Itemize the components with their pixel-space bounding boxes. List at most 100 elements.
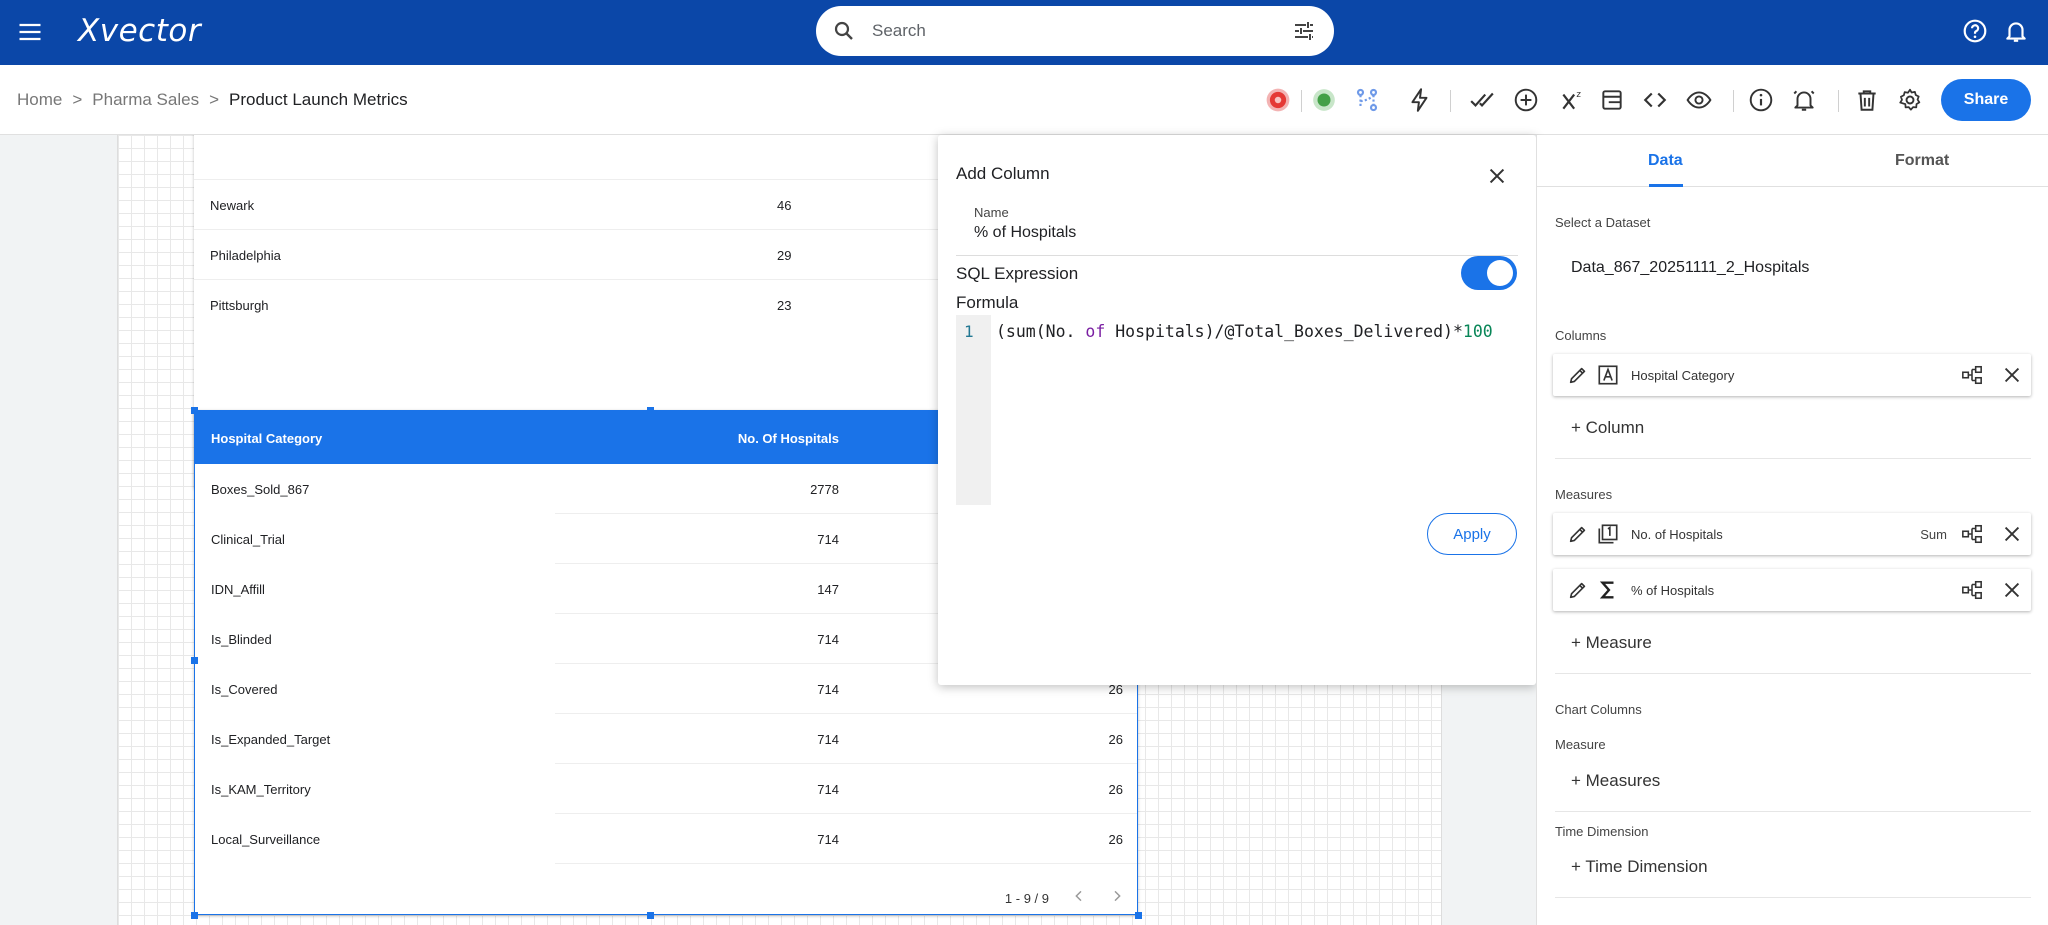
aggregation-label[interactable]: Sum: [1920, 527, 1947, 542]
toolbar-divider: [1301, 90, 1302, 112]
measure-field-no-of-hospitals[interactable]: No. of Hospitals Sum: [1553, 513, 2031, 555]
column-field-name: Hospital Category: [1631, 368, 1735, 383]
table-cell: 26: [1108, 782, 1123, 797]
chevron-left-icon[interactable]: [1071, 888, 1087, 904]
dataset-select[interactable]: Data_867_20251111_2_Hospitals: [1571, 259, 1809, 277]
add-measures-link[interactable]: + Measures: [1571, 771, 1660, 791]
tune-icon[interactable]: [1292, 19, 1316, 43]
section-divider: [1555, 897, 2031, 898]
breadcrumb: Home > Pharma Sales > Product Launch Met…: [17, 90, 408, 110]
pagination-status: 1 - 9 / 9: [1004, 891, 1049, 906]
hierarchy-icon[interactable]: [1961, 579, 1983, 601]
breadcrumb-separator: >: [72, 90, 83, 109]
table-cell: Philadelphia: [210, 248, 281, 263]
lightning-icon[interactable]: [1407, 87, 1433, 113]
layout-icon[interactable]: [1599, 87, 1625, 113]
resize-handle[interactable]: [1135, 912, 1142, 919]
preview-eye-icon[interactable]: [1686, 87, 1712, 113]
apply-button[interactable]: Apply: [1427, 513, 1517, 555]
resize-handle[interactable]: [191, 912, 198, 919]
column-header-hospital-category[interactable]: Hospital Category: [211, 431, 322, 446]
table-cell: Is_KAM_Territory: [211, 782, 311, 797]
table-cell: 46: [777, 198, 792, 213]
column-header-no-of-hospitals[interactable]: No. Of Hospitals: [738, 431, 839, 446]
close-icon[interactable]: [1486, 165, 1508, 187]
record-stop-icon[interactable]: [1265, 87, 1291, 113]
properties-panel: Data Format Select a Dataset Data_867_20…: [1536, 135, 2048, 925]
code-token: (sum(No.: [996, 322, 1086, 341]
add-measure-link[interactable]: + Measure: [1571, 633, 1652, 653]
column-name-field[interactable]: % of Hospitals: [974, 224, 1076, 242]
tab-data[interactable]: Data: [1648, 152, 1683, 170]
table-cell: Boxes_Sold_867: [211, 482, 310, 497]
section-divider: [1555, 673, 2031, 674]
edit-pencil-icon[interactable]: [1567, 579, 1589, 601]
breadcrumb-separator: >: [209, 90, 220, 109]
notifications-icon[interactable]: [2003, 18, 2029, 44]
code-icon[interactable]: [1642, 87, 1668, 113]
table-cell: 29: [777, 248, 792, 263]
table-cell: 714: [817, 732, 839, 747]
table-cell: 2778: [810, 482, 839, 497]
search-input[interactable]: [872, 16, 1262, 46]
resize-handle[interactable]: [647, 407, 654, 414]
settings-gear-icon[interactable]: [1897, 87, 1923, 113]
dataset-label: Select a Dataset: [1555, 215, 1651, 230]
resize-handle[interactable]: [191, 657, 198, 664]
breadcrumb-home[interactable]: Home: [17, 90, 62, 110]
remove-x-icon[interactable]: [2001, 579, 2023, 601]
superscript-x-icon[interactable]: z: [1559, 87, 1585, 113]
delete-trash-icon[interactable]: [1854, 87, 1880, 113]
table-cell: Newark: [210, 198, 255, 213]
formula-editor[interactable]: 1 (sum(No. of Hospitals)/@Total_Boxes_De…: [956, 315, 1518, 505]
table-cell: 714: [817, 832, 839, 847]
alarm-bell-icon[interactable]: [1791, 87, 1817, 113]
toolbar-divider: [1838, 90, 1839, 112]
breadcrumb-current: Product Launch Metrics: [229, 90, 408, 109]
remove-x-icon[interactable]: [2001, 364, 2023, 386]
table-row[interactable]: Local_Surveillance 714 26: [195, 814, 1137, 864]
edit-pencil-icon[interactable]: [1567, 523, 1589, 545]
remove-x-icon[interactable]: [2001, 523, 2023, 545]
menu-icon[interactable]: [16, 18, 44, 46]
table-cell: Is_Blinded: [211, 632, 272, 647]
add-circle-icon[interactable]: [1513, 87, 1539, 113]
table-row[interactable]: Is_Expanded_Target 714 26: [195, 714, 1137, 764]
table-cell: 714: [817, 532, 839, 547]
table-row[interactable]: Is_KAM_Territory 714 26: [195, 764, 1137, 814]
breadcrumb-pharma-sales[interactable]: Pharma Sales: [92, 90, 199, 110]
code-keyword: of: [1085, 322, 1106, 341]
top-app-bar: Xvector: [0, 0, 2048, 65]
flow-icon[interactable]: [1354, 87, 1380, 113]
status-dot-icon[interactable]: [1311, 87, 1337, 113]
page-header: Home > Pharma Sales > Product Launch Met…: [0, 65, 2048, 135]
edit-pencil-icon[interactable]: [1567, 364, 1589, 386]
text-type-icon: [1597, 364, 1619, 386]
search-icon: [832, 19, 856, 43]
name-label: Name: [974, 205, 1009, 220]
dialog-title: Add Column: [956, 164, 1050, 183]
add-column-link[interactable]: + Column: [1571, 418, 1644, 438]
table-cell: 714: [817, 782, 839, 797]
time-dimension-label: Time Dimension: [1555, 824, 1649, 839]
count-type-icon: [1597, 523, 1619, 545]
tab-format[interactable]: Format: [1895, 152, 1949, 170]
resize-handle[interactable]: [191, 407, 198, 414]
chart-columns-label: Chart Columns: [1555, 702, 1642, 717]
info-icon[interactable]: [1748, 87, 1774, 113]
formula-code[interactable]: (sum(No. of Hospitals)/@Total_Boxes_Deli…: [996, 322, 1493, 341]
resize-handle[interactable]: [647, 912, 654, 919]
add-time-dimension-link[interactable]: + Time Dimension: [1571, 857, 1708, 877]
sigma-icon: [1597, 579, 1619, 601]
check-done-icon[interactable]: [1469, 87, 1495, 113]
chevron-right-icon[interactable]: [1109, 888, 1125, 904]
brand-logo[interactable]: Xvector: [78, 13, 201, 49]
hierarchy-icon[interactable]: [1961, 364, 1983, 386]
hierarchy-icon[interactable]: [1961, 523, 1983, 545]
sql-expression-toggle[interactable]: [1461, 256, 1517, 290]
measure-field-pct-of-hospitals[interactable]: % of Hospitals: [1553, 569, 2031, 611]
help-icon[interactable]: [1962, 18, 1988, 44]
column-field-hospital-category[interactable]: Hospital Category: [1553, 354, 2031, 396]
code-token: Hospitals)/@Total_Boxes_Delivered)*: [1105, 322, 1463, 341]
share-button[interactable]: Share: [1941, 79, 2031, 121]
